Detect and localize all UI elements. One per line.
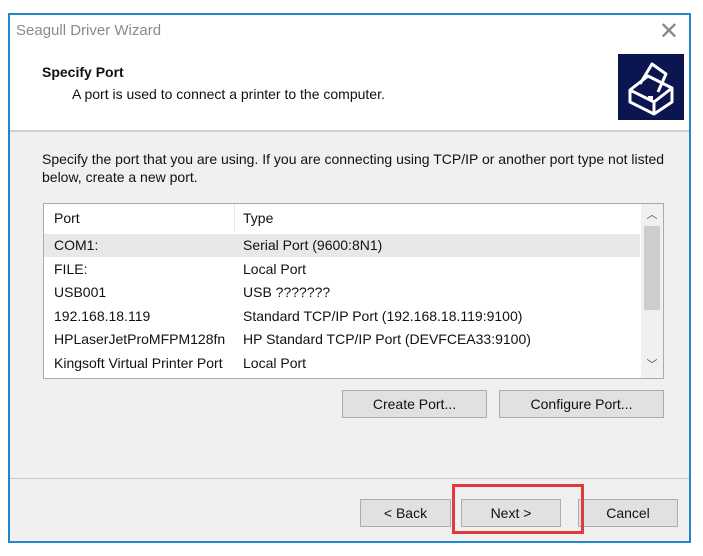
instructions-text: Specify the port that you are using. If … [42,151,665,185]
footer-divider [10,478,689,479]
column-divider[interactable] [234,204,235,232]
printer-icon [618,54,684,120]
vertical-scrollbar[interactable]: ︿ ﹀ [641,204,663,378]
wizard-header: Specify Port A port is used to connect a… [10,47,689,132]
column-header-port[interactable]: Port [54,210,80,226]
port-row[interactable]: HPLaserJetProMFPM128fn HP Standard TCP/IP… [44,328,640,351]
back-button[interactable]: < Back [360,499,451,527]
port-type: Standard TCP/IP Port (192.168.18.119:910… [243,307,523,324]
port-type: HP Standard TCP/IP Port (DEVFCEA33:9100) [243,331,531,347]
port-type: USB ??????? [243,284,331,300]
next-highlight-box [452,484,584,534]
create-port-button[interactable]: Create Port... [342,390,487,418]
port-name: Kingsoft Virtual Printer Port [54,354,223,371]
scroll-up-icon[interactable]: ︿ [641,206,663,226]
close-icon[interactable]: ✕ [659,17,679,46]
wizard-window: Seagull Driver Wizard ✕ Specify Port A p… [8,13,691,543]
port-name: FILE: [54,260,88,277]
port-list[interactable]: Port Type COM1: Serial Port (9600:8N1) FIL… [43,203,664,379]
scrollbar-thumb[interactable] [644,226,660,310]
configure-port-button[interactable]: Configure Port... [499,390,664,418]
cancel-button[interactable]: Cancel [578,499,678,527]
port-type: Local Port [243,354,307,371]
page-subtitle: A port is used to connect a printer to t… [72,86,385,102]
port-row[interactable]: FILE: Local Port [44,258,640,281]
page-title: Specify Port [42,64,124,80]
column-header-type[interactable]: Type [243,210,273,226]
port-name: HPLaserJetProMFPM128fn [54,331,226,347]
port-name: 192.168.18.119 [54,307,151,324]
scroll-down-icon[interactable]: ﹀ [641,356,663,376]
port-name: COM1: [54,237,99,253]
port-row[interactable]: 192.168.18.119 Standard TCP/IP Port (192.… [44,305,640,328]
port-type: Serial Port (9600:8N1) [243,237,383,253]
port-row[interactable]: USB001 USB ??????? [44,281,640,304]
port-type: Local Port [243,260,307,277]
port-row[interactable]: Kingsoft Virtual Printer Port Local Port [44,352,640,375]
port-name: USB001 [54,284,107,300]
window-title: Seagull Driver Wizard [16,22,162,39]
list-header: Port Type [44,204,640,232]
port-row[interactable]: COM1: Serial Port (9600:8N1) [44,234,640,257]
title-bar: Seagull Driver Wizard ✕ [10,15,689,47]
